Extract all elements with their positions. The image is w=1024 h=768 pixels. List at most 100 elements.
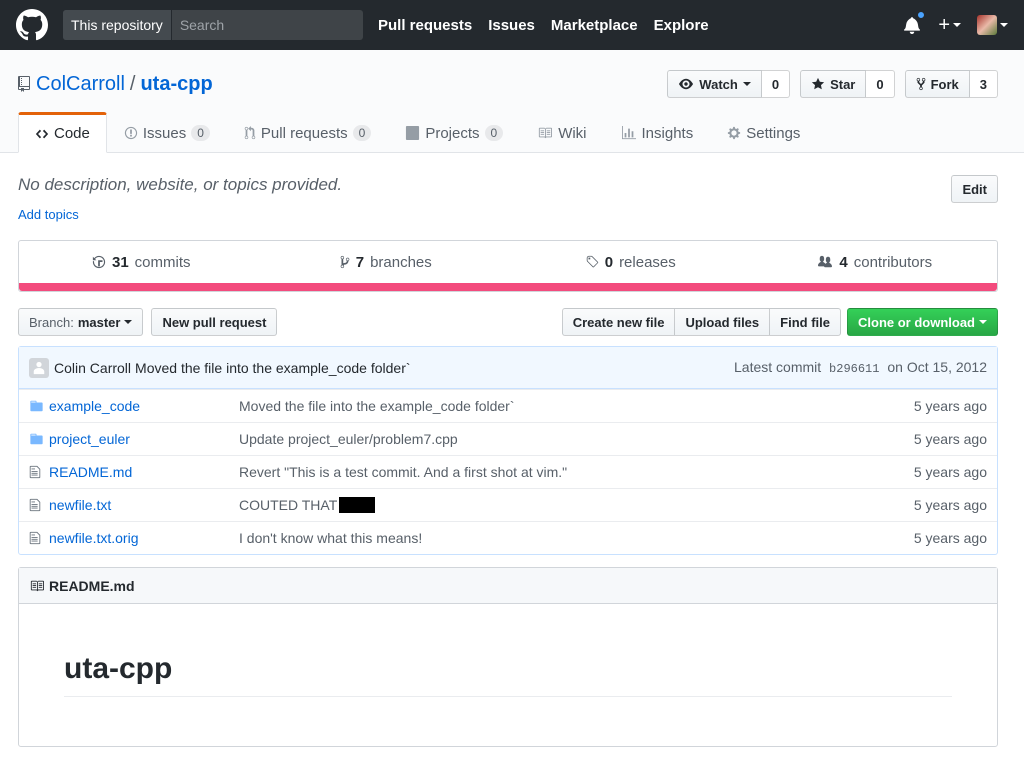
notifications-bell-icon[interactable] (904, 10, 927, 34)
chevron-down-icon (1000, 23, 1008, 27)
file-commit-message[interactable]: COUTED THAT (239, 497, 337, 513)
readme-body: uta-cpp (19, 604, 997, 697)
tab-wiki-label: Wiki (558, 124, 587, 142)
branch-select-button[interactable]: Branch: master (18, 308, 144, 336)
fork-count[interactable]: 3 (969, 70, 998, 98)
file-name-link[interactable]: project_euler (49, 431, 239, 447)
file-name-link[interactable]: newfile.txt (49, 497, 239, 513)
star-count[interactable]: 0 (866, 70, 895, 98)
watch-button[interactable]: Watch (667, 70, 762, 98)
clone-label: Clone or download (858, 314, 975, 330)
search-input[interactable] (171, 10, 363, 40)
file-row: example_code Moved the file into the exa… (19, 389, 997, 422)
tab-insights[interactable]: Insights (604, 112, 711, 152)
graph-icon (621, 126, 636, 140)
star-group: Star 0 (800, 70, 895, 98)
file-age: 5 years ago (913, 398, 987, 414)
chevron-down-icon (953, 23, 961, 27)
new-pull-request-button[interactable]: New pull request (151, 308, 278, 336)
tab-projects[interactable]: Projects 0 (388, 112, 520, 152)
nav-issues[interactable]: Issues (488, 17, 535, 34)
search-box[interactable]: This repository (63, 10, 363, 40)
commits-link[interactable]: 31 commits (19, 254, 264, 271)
tab-pull-requests[interactable]: Pull requests 0 (227, 112, 388, 152)
tab-insights-label: Insights (641, 124, 694, 142)
file-commit-message[interactable]: Revert "This is a test commit. And a fir… (239, 464, 914, 480)
tab-pull-requests-count: 0 (352, 125, 372, 141)
file-row: README.md Revert "This is a test commit.… (19, 455, 997, 488)
user-menu-dropdown[interactable] (977, 15, 1008, 35)
create-new-dropdown[interactable]: + (938, 14, 961, 37)
repo-title: ColCarroll / uta-cpp Watch 0 Star 0 Fork… (0, 70, 1024, 98)
avatar (977, 15, 997, 35)
file-age: 5 years ago (913, 497, 987, 513)
tab-issues[interactable]: Issues 0 (107, 112, 227, 152)
readme-panel: README.md uta-cpp (18, 567, 998, 747)
repo-name-link[interactable]: uta-cpp (140, 73, 212, 96)
readme-heading: uta-cpp (64, 652, 952, 697)
repo-tabs: Code Issues 0 Pull requests 0 Projects 0… (0, 112, 1024, 153)
github-logo-icon[interactable] (16, 9, 48, 41)
file-icon (29, 531, 45, 545)
file-name-link[interactable]: example_code (49, 398, 239, 414)
file-commit-message[interactable]: I don't know what this means! (239, 530, 914, 546)
tab-issues-label: Issues (142, 124, 187, 142)
nav-marketplace[interactable]: Marketplace (551, 17, 638, 34)
tab-settings[interactable]: Settings (710, 112, 817, 152)
branches-link[interactable]: 7 branches (264, 254, 509, 271)
file-commit-message[interactable]: Update project_euler/problem7.cpp (239, 431, 914, 447)
redacted-block (339, 497, 376, 513)
code-icon (35, 129, 49, 138)
clone-or-download-button[interactable]: Clone or download (847, 308, 998, 336)
releases-label: releases (619, 253, 676, 271)
tab-settings-label: Settings (746, 124, 801, 142)
branches-count: 7 (355, 253, 365, 271)
chevron-down-icon (742, 82, 751, 86)
file-age: 5 years ago (913, 530, 987, 546)
edit-description-button[interactable]: Edit (951, 175, 998, 203)
latest-commit-info: Latest commit b296611 on Oct 15, 2012 (734, 359, 987, 376)
people-icon (818, 255, 833, 268)
fork-group: Fork 3 (904, 70, 998, 98)
search-scope-label: This repository (63, 10, 172, 40)
add-topics-link[interactable]: Add topics (0, 203, 1024, 226)
file-name-link[interactable]: newfile.txt.orig (49, 530, 239, 546)
file-row: newfile.txt COUTED THAT 5 years ago (19, 488, 997, 521)
repo-actions: Watch 0 Star 0 Fork 3 (667, 70, 998, 98)
folder-icon (29, 432, 45, 446)
nav-pull-requests[interactable]: Pull requests (378, 17, 472, 34)
fork-button[interactable]: Fork (904, 70, 970, 98)
tab-code[interactable]: Code (18, 112, 107, 153)
file-commit-message[interactable]: Moved the file into the example_code fol… (239, 398, 914, 414)
tab-projects-label: Projects (425, 124, 480, 142)
top-header: This repository Pull requests Issues Mar… (0, 0, 1024, 50)
commit-sha-link[interactable]: b296611 (829, 362, 879, 376)
repo-owner-link[interactable]: ColCarroll (36, 73, 125, 96)
branch-icon (340, 255, 350, 269)
star-button[interactable]: Star (800, 70, 867, 98)
commit-author[interactable]: Colin Carroll (54, 360, 131, 376)
contributors-link[interactable]: 4 contributors (753, 254, 998, 271)
nav-explore[interactable]: Explore (654, 17, 709, 34)
file-name-link[interactable]: README.md (49, 464, 239, 480)
numbers-summary: 31 commits 7 branches 0 releases 4 contr… (18, 240, 998, 292)
watch-count[interactable]: 0 (761, 70, 791, 98)
releases-link[interactable]: 0 releases (508, 254, 753, 271)
branch-value: master (77, 314, 121, 330)
create-new-file-button[interactable]: Create new file (561, 308, 676, 336)
readme-filename: README.md (49, 577, 135, 594)
upload-files-button[interactable]: Upload files (674, 308, 771, 336)
language-bar[interactable] (19, 283, 997, 291)
branches-label: branches (370, 253, 432, 271)
star-label: Star (830, 76, 856, 92)
tab-wiki[interactable]: Wiki (520, 112, 603, 152)
history-icon (92, 255, 106, 269)
plus-icon: + (938, 13, 950, 36)
contributors-label: contributors (853, 253, 933, 271)
avatar[interactable] (29, 357, 49, 378)
find-file-button[interactable]: Find file (769, 308, 841, 336)
file-navigation: Branch: master New pull request Create n… (18, 308, 998, 336)
commit-message[interactable]: Moved the file into the example_code fol… (135, 360, 411, 376)
eye-icon (679, 78, 694, 90)
file-list: Colin Carroll Moved the file into the ex… (18, 346, 998, 555)
